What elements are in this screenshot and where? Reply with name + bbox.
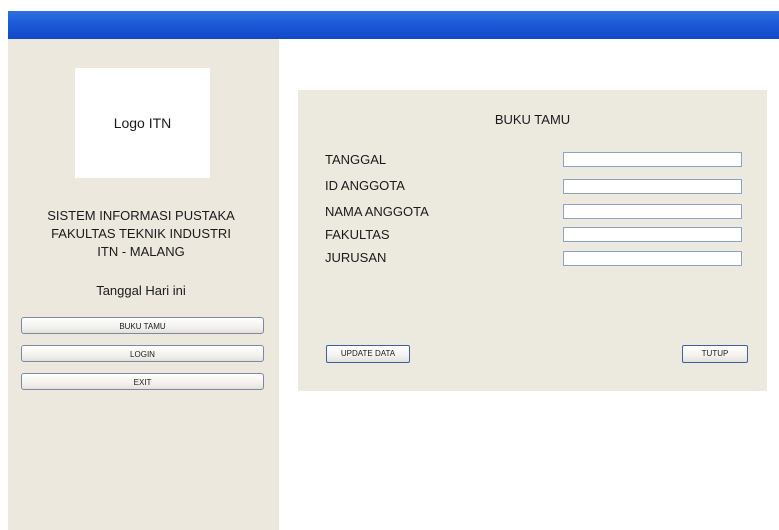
buku-tamu-button[interactable]: BUKU TAMU bbox=[21, 317, 264, 334]
jurusan-input[interactable] bbox=[563, 251, 742, 266]
jurusan-label: JURUSAN bbox=[325, 250, 387, 265]
update-data-button[interactable]: UPDATE DATA bbox=[326, 345, 410, 363]
fakultas-input[interactable] bbox=[563, 227, 742, 242]
nama-anggota-label: NAMA ANGGOTA bbox=[325, 204, 429, 219]
sidebar: Logo ITN SISTEM INFORMASI PUSTAKA FAKULT… bbox=[8, 39, 279, 530]
app-title-line-2: FAKULTAS TEKNIK INDUSTRI bbox=[51, 226, 231, 241]
tanggal-label: TANGGAL bbox=[325, 152, 387, 167]
id-anggota-label: ID ANGGOTA bbox=[325, 178, 405, 193]
current-date-label: Tanggal Hari ini bbox=[96, 283, 186, 298]
logo-label: Logo ITN bbox=[113, 115, 172, 131]
tutup-button[interactable]: TUTUP bbox=[682, 345, 748, 363]
id-anggota-input[interactable] bbox=[563, 179, 742, 194]
guestbook-form-panel: BUKU TAMU TANGGAL ID ANGGOTA NAMA ANGGOT… bbox=[298, 90, 767, 391]
fakultas-label: FAKULTAS bbox=[325, 227, 390, 242]
form-title: BUKU TAMU bbox=[494, 112, 571, 127]
login-button[interactable]: LOGIN bbox=[21, 345, 264, 362]
app-title-line-1: SISTEM INFORMASI PUSTAKA bbox=[47, 208, 235, 223]
window-titlebar bbox=[8, 11, 779, 39]
logo-placeholder: Logo ITN bbox=[75, 68, 210, 178]
nama-anggota-input[interactable] bbox=[563, 204, 742, 219]
app-title-line-3: ITN - MALANG bbox=[97, 244, 185, 259]
app-title: SISTEM INFORMASI PUSTAKA FAKULTAS TEKNIK… bbox=[8, 207, 274, 261]
tanggal-input[interactable] bbox=[563, 152, 742, 167]
exit-button[interactable]: EXIT bbox=[21, 373, 264, 390]
